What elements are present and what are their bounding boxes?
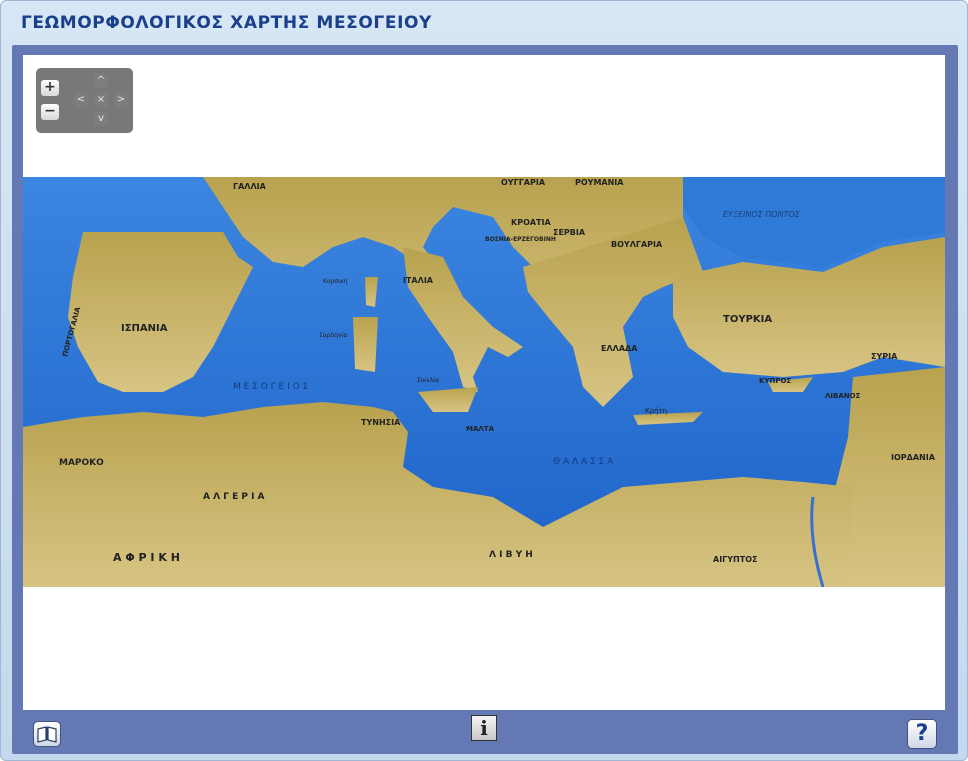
label-livanos: ΛΙΒΑΝΟΣ	[825, 392, 861, 400]
label-voulgaria: ΒΟΥΛΓΑΡΙΑ	[611, 240, 663, 249]
help-button[interactable]: ?	[907, 719, 937, 749]
map-navigation-panel: + − ^ < × > v	[36, 68, 133, 133]
zoom-out-button[interactable]: −	[41, 104, 59, 120]
book-button[interactable]	[33, 721, 61, 747]
pan-right-button[interactable]: >	[114, 93, 128, 107]
label-malta: ΜΑΛΤΑ	[466, 425, 495, 433]
label-korsiki: Κορσική	[323, 278, 348, 285]
label-iordania: ΙΟΡΔΑΝΙΑ	[891, 453, 936, 462]
label-euxeinos: ΕΥΞΕΙΝΟΣ ΠΟΝΤΟΣ	[723, 210, 801, 219]
info-button[interactable]: i	[471, 715, 497, 741]
label-tourkia: ΤΟΥΡΚΙΑ	[723, 314, 772, 325]
map-viewport[interactable]: ΓΑΛΛΙΑ ΟΥΓΓΑΡΙΑ ΡΟΥΜΑΝΙΑ ΚΡΟΑΤΙΑ ΒΟΣΝΙΑ-…	[23, 55, 945, 710]
sardinia-land	[353, 317, 378, 372]
label-oungaria: ΟΥΓΓΑΡΙΑ	[501, 178, 546, 187]
zoom-in-button[interactable]: +	[41, 80, 59, 96]
label-ispania: ΙΣΠΑΝΙΑ	[121, 323, 168, 334]
label-sikelia: Σικελία	[417, 377, 439, 384]
pan-left-button[interactable]: <	[74, 93, 88, 107]
label-thalassa: Θ Α Λ Α Σ Σ Α	[553, 457, 614, 467]
label-gallia: ΓΑΛΛΙΑ	[233, 182, 267, 191]
label-bosnia: ΒΟΣΝΙΑ-ΕΡΖΕΓΟΒΙΝΗ	[485, 236, 556, 243]
label-algeria: Α Λ Γ Ε Ρ Ι Α	[203, 492, 265, 502]
label-mesogeios: Μ Ε Σ Ο Γ Ε Ι Ο Σ	[233, 382, 309, 392]
label-roumania: ΡΟΥΜΑΝΙΑ	[575, 178, 624, 187]
label-kypros: ΚΥΠΡΟΣ	[759, 377, 791, 385]
label-tynisia: ΤΥΝΗΣΙΑ	[361, 418, 401, 427]
pan-up-button[interactable]: ^	[94, 74, 108, 88]
page-title: ΓΕΩΜΟΡΦΟΛΟΓΙΚΟΣ ΧΑΡΤΗΣ ΜΕΣΟΓΕΙΟΥ	[21, 13, 432, 33]
label-kroatia: ΚΡΟΑΤΙΑ	[511, 218, 551, 227]
label-afriki: Α Φ Ρ Ι Κ Η	[113, 551, 180, 564]
label-ellada: ΕΛΛΑΔΑ	[601, 344, 638, 353]
book-icon	[37, 726, 57, 743]
label-sardinia: Σαρδηνία	[319, 332, 347, 339]
label-italia: ΙΤΑΛΙΑ	[403, 276, 434, 285]
mediterranean-map[interactable]: ΓΑΛΛΙΑ ΟΥΓΓΑΡΙΑ ΡΟΥΜΑΝΙΑ ΚΡΟΑΤΙΑ ΒΟΣΝΙΑ-…	[23, 177, 945, 587]
reset-view-button[interactable]: ×	[94, 93, 108, 107]
label-kriti: Κρήτη	[645, 407, 667, 415]
label-servia: ΣΕΡΒΙΑ	[553, 228, 586, 237]
label-maroko: ΜΑΡΟΚΟ	[59, 458, 104, 468]
label-aigyptos: ΑΙΓΥΠΤΟΣ	[713, 555, 757, 564]
label-syria: ΣΥΡΙΑ	[871, 352, 898, 361]
pan-down-button[interactable]: v	[94, 112, 108, 126]
map-graphic: ΓΑΛΛΙΑ ΟΥΓΓΑΡΙΑ ΡΟΥΜΑΝΙΑ ΚΡΟΑΤΙΑ ΒΟΣΝΙΑ-…	[23, 177, 945, 587]
label-livyi: Λ Ι Β Υ Η	[489, 550, 533, 560]
